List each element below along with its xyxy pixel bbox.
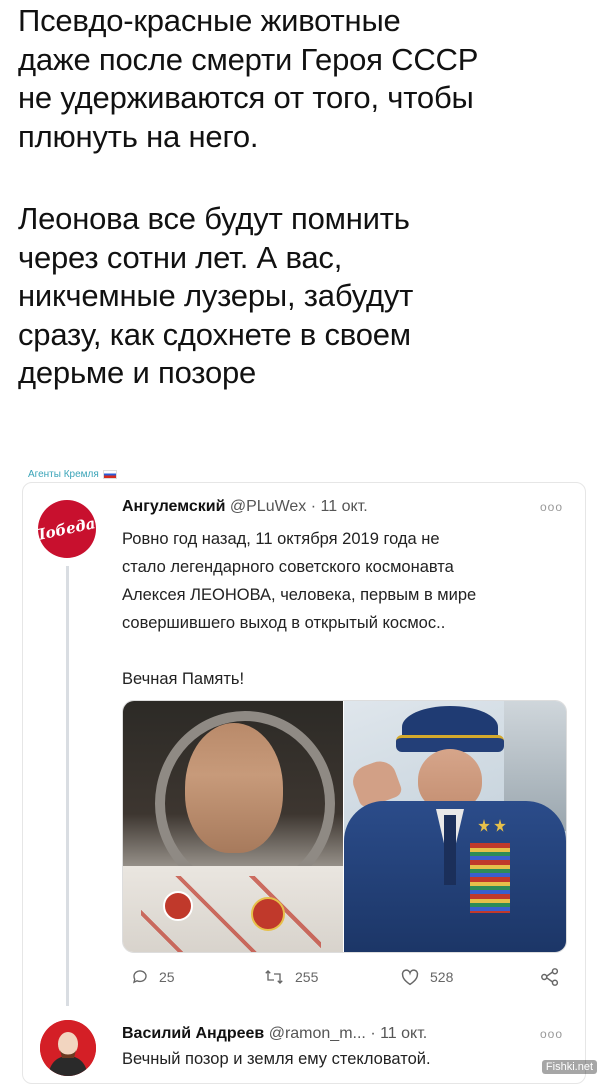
headline-line: дерьме и позоре xyxy=(18,355,257,390)
like-button[interactable]: 528 xyxy=(400,968,453,986)
headline-line: плюнуть на него. xyxy=(18,118,259,154)
tweet-text: Ровно год назад, 11 октября 2019 года не… xyxy=(122,525,572,693)
headline-line: никчемные лузеры, забудут xyxy=(18,278,414,313)
tweet-actions: 25 255 528 xyxy=(0,968,603,992)
tweet-text-line: совершившего выход в открытый космос.. xyxy=(122,614,446,632)
portrait-avatar-icon xyxy=(40,1020,96,1076)
speech-bubble-icon xyxy=(132,970,147,984)
tweet-text-line: Алексея ЛЕОНОВА, человека, первым в мире xyxy=(122,586,477,604)
more-options-icon[interactable]: ooo xyxy=(540,500,563,514)
thread-line xyxy=(66,566,69,1006)
like-count: 528 xyxy=(430,969,454,985)
headline-line: Псевдо-красные животные xyxy=(18,3,401,38)
reply-count: 25 xyxy=(159,969,175,985)
separator: · xyxy=(370,1025,376,1042)
russia-flag-icon xyxy=(102,469,117,479)
headline: Псевдо-красные животные даже после смерт… xyxy=(18,2,593,393)
cosmonaut-spacesuit-photo[interactable] xyxy=(123,701,343,952)
reply-button[interactable]: 25 xyxy=(131,968,175,986)
author-handle[interactable]: @ramon_m... xyxy=(269,1025,366,1042)
headline-line: не удерживаются от того, чтобы xyxy=(18,80,474,115)
author-name[interactable]: Василий Андреев xyxy=(122,1025,264,1042)
cosmonaut-uniform-photo[interactable] xyxy=(344,701,566,952)
tweet-media[interactable] xyxy=(122,700,567,953)
retweet-count: 255 xyxy=(295,969,319,985)
tweet-date[interactable]: 11 окт. xyxy=(321,498,368,515)
tweet-text-line: Ровно год назад, 11 октября 2019 года не xyxy=(122,530,440,548)
avatar[interactable] xyxy=(40,1020,96,1076)
tweet-text: Вечный позор и земля ему стекловатой. xyxy=(122,1050,431,1068)
more-options-icon[interactable]: ooo xyxy=(540,1027,563,1041)
retweet-icon xyxy=(265,970,283,984)
author-handle[interactable]: @PLuWex xyxy=(230,498,306,515)
source-label[interactable]: Агенты Кремля xyxy=(28,469,117,480)
author-name[interactable]: Ангулемский xyxy=(122,498,225,515)
headline-line: даже после смерти Героя СССР xyxy=(18,41,479,77)
share-button[interactable] xyxy=(540,968,560,986)
tweet-text-line: стало легендарного советского космонавта xyxy=(122,558,454,576)
tweet-memorial-line: Вечная Память! xyxy=(122,670,245,688)
headline-line: сразу, как сдохнете в своем xyxy=(18,316,411,352)
watermark: Fishki.net xyxy=(541,1060,597,1074)
retweet-button[interactable]: 255 xyxy=(263,968,318,986)
avatar[interactable]: Победа! xyxy=(38,500,96,558)
separator: · xyxy=(310,498,317,515)
heart-icon xyxy=(401,969,419,986)
headline-line: Леонова все будут помнить xyxy=(18,201,410,236)
tweet-header: Ангулемский @PLuWex · 11 окт. xyxy=(122,498,368,516)
tweet-header: Василий Андреев @ramon_m... · 11 окт. xyxy=(122,1025,427,1043)
avatar-text: Победа! xyxy=(38,512,96,546)
headline-line: через сотни лет. А вас, xyxy=(18,239,343,275)
tweet-date[interactable]: 11 окт. xyxy=(380,1025,427,1042)
share-icon xyxy=(541,968,559,986)
source-label-text: Агенты Кремля xyxy=(28,469,99,480)
